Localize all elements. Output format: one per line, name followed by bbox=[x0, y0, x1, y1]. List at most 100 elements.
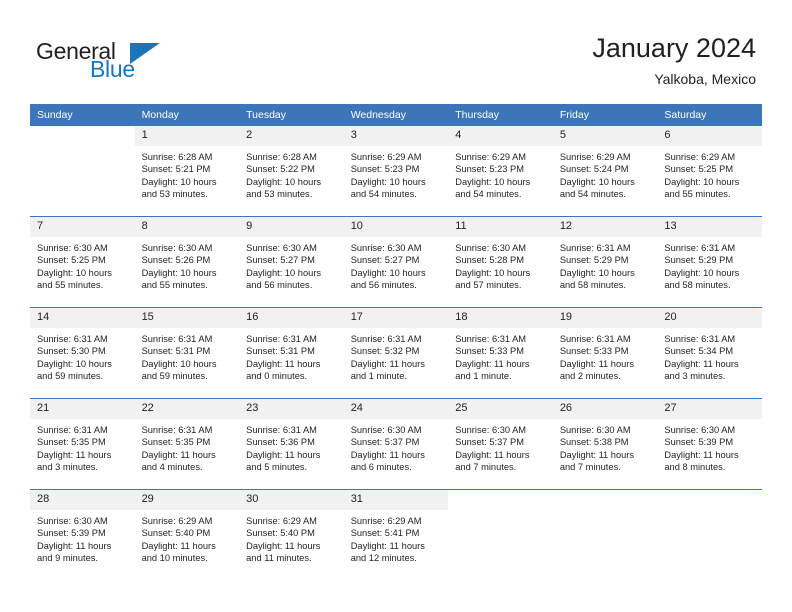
day-details: Sunrise: 6:29 AM Sunset: 5:41 PM Daylight:… bbox=[344, 510, 449, 565]
day-detail-line: and 12 minutes. bbox=[350, 553, 417, 564]
day-detail-line: Daylight: 10 hours bbox=[455, 267, 531, 278]
day-details: Sunrise: 6:29 AM Sunset: 5:40 PM Daylight:… bbox=[239, 510, 344, 565]
calendar-day-cell[interactable]: 5 Sunrise: 6:29 AM Sunset: 5:24 PM Daylight… bbox=[552, 126, 658, 217]
day-detail-line: and 10 minutes. bbox=[141, 553, 208, 564]
day-detail-line: Sunrise: 6:31 AM bbox=[455, 334, 527, 344]
day-detail-line: and 58 minutes. bbox=[664, 280, 731, 291]
day-detail-line: Sunrise: 6:29 AM bbox=[350, 516, 422, 526]
day-detail-line: Sunset: 5:23 PM bbox=[350, 164, 420, 175]
calendar-day-cell[interactable]: 24 Sunrise: 6:30 AM Sunset: 5:37 PM Dayligh… bbox=[343, 398, 449, 490]
calendar-day-cell[interactable]: 28 Sunrise: 6:30 AM Sunset: 5:39 PM Dayligh… bbox=[30, 489, 135, 580]
calendar-week-row: 14 Sunrise: 6:31 AM Sunset: 5:30 PM Dayligh… bbox=[30, 307, 762, 399]
calendar-day-cell[interactable]: 15 Sunrise: 6:31 AM Sunset: 5:31 PM Dayligh… bbox=[134, 307, 240, 399]
day-detail-line: and 58 minutes. bbox=[559, 280, 626, 291]
day-number: 31 bbox=[343, 490, 449, 510]
calendar-day-cell[interactable]: 3 Sunrise: 6:29 AM Sunset: 5:23 PM Daylight… bbox=[343, 126, 449, 217]
day-detail-line: and 55 minutes. bbox=[664, 189, 731, 200]
location-subtitle: Yalkoba, Mexico bbox=[654, 71, 756, 87]
day-number: 9 bbox=[239, 217, 344, 237]
day-number: 13 bbox=[657, 217, 762, 237]
day-detail-line: Sunset: 5:34 PM bbox=[664, 346, 734, 357]
day-detail-line: Daylight: 11 hours bbox=[559, 358, 635, 369]
page-title: January 2024 bbox=[592, 33, 756, 63]
calendar-day-cell[interactable]: 22 Sunrise: 6:31 AM Sunset: 5:35 PM Dayligh… bbox=[134, 398, 240, 490]
day-details bbox=[553, 510, 658, 515]
calendar-day-cell[interactable]: 19 Sunrise: 6:31 AM Sunset: 5:33 PM Dayligh… bbox=[552, 307, 658, 399]
day-number: 8 bbox=[134, 217, 240, 237]
page-header: General Blue January 2024 Yalkoba, Mexic… bbox=[0, 0, 792, 100]
calendar-header-row: Sunday Monday Tuesday Wednesday Thursday Frid… bbox=[30, 104, 762, 126]
calendar-day-cell[interactable]: 26 Sunrise: 6:30 AM Sunset: 5:38 PM Dayligh… bbox=[552, 398, 658, 490]
weekday-header-thursday: Thursday bbox=[448, 104, 553, 126]
day-detail-line: Sunset: 5:22 PM bbox=[246, 164, 315, 175]
day-detail-line: Sunset: 5:36 PM bbox=[246, 437, 315, 448]
day-details: Sunrise: 6:31 AM Sunset: 5:33 PM Daylight:… bbox=[448, 328, 553, 383]
calendar-day-cell[interactable]: 16 Sunrise: 6:31 AM Sunset: 5:31 PM Dayligh… bbox=[239, 307, 344, 399]
calendar-day-cell[interactable]: 23 Sunrise: 6:31 AM Sunset: 5:36 PM Dayligh… bbox=[239, 398, 344, 490]
day-detail-line: Daylight: 11 hours bbox=[37, 540, 112, 551]
day-detail-line: Daylight: 11 hours bbox=[350, 358, 425, 369]
day-detail-line: Sunset: 5:39 PM bbox=[37, 528, 106, 539]
weekday-header-saturday: Saturday bbox=[657, 104, 762, 126]
calendar-day-cell[interactable]: 30 Sunrise: 6:29 AM Sunset: 5:40 PM Dayligh… bbox=[239, 489, 344, 580]
calendar-day-cell[interactable]: 2 Sunrise: 6:28 AM Sunset: 5:22 PM Daylight… bbox=[239, 126, 344, 217]
calendar-day-cell[interactable]: 27 Sunrise: 6:30 AM Sunset: 5:39 PM Dayligh… bbox=[657, 398, 762, 490]
day-detail-line: Daylight: 10 hours bbox=[246, 176, 322, 187]
weekday-header-friday: Friday bbox=[552, 104, 658, 126]
day-number: 17 bbox=[343, 308, 449, 328]
day-detail-line: Sunset: 5:31 PM bbox=[141, 346, 211, 357]
day-detail-line: Sunset: 5:37 PM bbox=[455, 437, 524, 448]
day-detail-line: Daylight: 10 hours bbox=[350, 267, 426, 278]
day-details: Sunrise: 6:31 AM Sunset: 5:32 PM Daylight:… bbox=[344, 328, 449, 383]
day-detail-line: and 1 minute. bbox=[350, 371, 408, 382]
calendar-day-cell[interactable]: 8 Sunrise: 6:30 AM Sunset: 5:26 PM Daylight… bbox=[134, 216, 240, 308]
calendar-day-cell[interactable]: 7 Sunrise: 6:30 AM Sunset: 5:25 PM Daylight… bbox=[30, 216, 135, 308]
calendar-day-cell[interactable]: 29 Sunrise: 6:29 AM Sunset: 5:40 PM Dayligh… bbox=[134, 489, 240, 580]
day-detail-line: Sunset: 5:25 PM bbox=[37, 255, 106, 266]
calendar-day-cell[interactable]: 6 Sunrise: 6:29 AM Sunset: 5:25 PM Daylight… bbox=[657, 126, 762, 217]
calendar-day-cell[interactable]: 21 Sunrise: 6:31 AM Sunset: 5:35 PM Dayligh… bbox=[30, 398, 135, 490]
calendar-day-cell[interactable]: 18 Sunrise: 6:31 AM Sunset: 5:33 PM Dayligh… bbox=[448, 307, 553, 399]
calendar-day-cell[interactable]: 4 Sunrise: 6:29 AM Sunset: 5:23 PM Daylight… bbox=[448, 126, 553, 217]
calendar-day-cell[interactable]: 31 Sunrise: 6:29 AM Sunset: 5:41 PM Dayligh… bbox=[343, 489, 449, 580]
calendar-day-cell[interactable]: 11 Sunrise: 6:30 AM Sunset: 5:28 PM Dayligh… bbox=[448, 216, 553, 308]
calendar-day-cell[interactable]: 25 Sunrise: 6:30 AM Sunset: 5:37 PM Dayligh… bbox=[448, 398, 553, 490]
calendar-day-cell[interactable]: 13 Sunrise: 6:31 AM Sunset: 5:29 PM Dayligh… bbox=[657, 216, 762, 308]
day-detail-line: Sunrise: 6:30 AM bbox=[37, 516, 108, 526]
weekday-header-sunday: Sunday bbox=[30, 104, 135, 126]
calendar-day-cell[interactable]: 9 Sunrise: 6:30 AM Sunset: 5:27 PM Daylight… bbox=[239, 216, 344, 308]
calendar-day-cell[interactable]: 10 Sunrise: 6:30 AM Sunset: 5:27 PM Dayligh… bbox=[343, 216, 449, 308]
brand-logo: General Blue bbox=[36, 38, 206, 86]
day-number: 20 bbox=[657, 308, 762, 328]
day-detail-line: and 59 minutes. bbox=[141, 371, 208, 382]
day-number: 11 bbox=[448, 217, 553, 237]
day-detail-line: Sunrise: 6:31 AM bbox=[664, 334, 736, 344]
calendar-day-cell[interactable]: 14 Sunrise: 6:31 AM Sunset: 5:30 PM Dayligh… bbox=[30, 307, 135, 399]
day-detail-line: Daylight: 10 hours bbox=[141, 267, 217, 278]
day-number: 2 bbox=[239, 126, 344, 146]
day-detail-line: Sunrise: 6:30 AM bbox=[455, 243, 527, 253]
day-detail-line: Daylight: 11 hours bbox=[246, 358, 321, 369]
day-detail-line: Daylight: 10 hours bbox=[246, 267, 322, 278]
calendar-day-cell[interactable]: 1 Sunrise: 6:28 AM Sunset: 5:21 PM Daylight… bbox=[134, 126, 240, 217]
day-detail-line: Sunset: 5:31 PM bbox=[246, 346, 315, 357]
calendar-week-row: 28 Sunrise: 6:30 AM Sunset: 5:39 PM Dayligh… bbox=[30, 489, 762, 580]
day-detail-line: Sunrise: 6:31 AM bbox=[37, 334, 108, 344]
day-detail-line: Sunrise: 6:30 AM bbox=[350, 243, 422, 253]
day-details: Sunrise: 6:31 AM Sunset: 5:29 PM Daylight:… bbox=[657, 237, 762, 292]
day-detail-line: Sunset: 5:29 PM bbox=[559, 255, 629, 266]
day-detail-line: Sunset: 5:38 PM bbox=[559, 437, 629, 448]
day-number: 28 bbox=[30, 490, 135, 510]
day-detail-line: Daylight: 10 hours bbox=[350, 176, 426, 187]
day-detail-line: Sunset: 5:23 PM bbox=[455, 164, 524, 175]
day-detail-line: and 3 minutes. bbox=[664, 371, 726, 382]
day-detail-line: Sunset: 5:24 PM bbox=[559, 164, 629, 175]
day-details: Sunrise: 6:31 AM Sunset: 5:36 PM Daylight:… bbox=[239, 419, 344, 474]
calendar-day-cell[interactable]: 20 Sunrise: 6:31 AM Sunset: 5:34 PM Dayligh… bbox=[657, 307, 762, 399]
calendar-day-cell[interactable]: 12 Sunrise: 6:31 AM Sunset: 5:29 PM Dayligh… bbox=[552, 216, 658, 308]
calendar-day-cell[interactable]: 17 Sunrise: 6:31 AM Sunset: 5:32 PM Dayligh… bbox=[343, 307, 449, 399]
title-block: January 2024 Yalkoba, Mexico bbox=[592, 32, 756, 88]
day-detail-line: Sunset: 5:21 PM bbox=[141, 164, 211, 175]
day-details: Sunrise: 6:30 AM Sunset: 5:26 PM Daylight:… bbox=[135, 237, 240, 292]
day-number: 21 bbox=[30, 399, 135, 419]
